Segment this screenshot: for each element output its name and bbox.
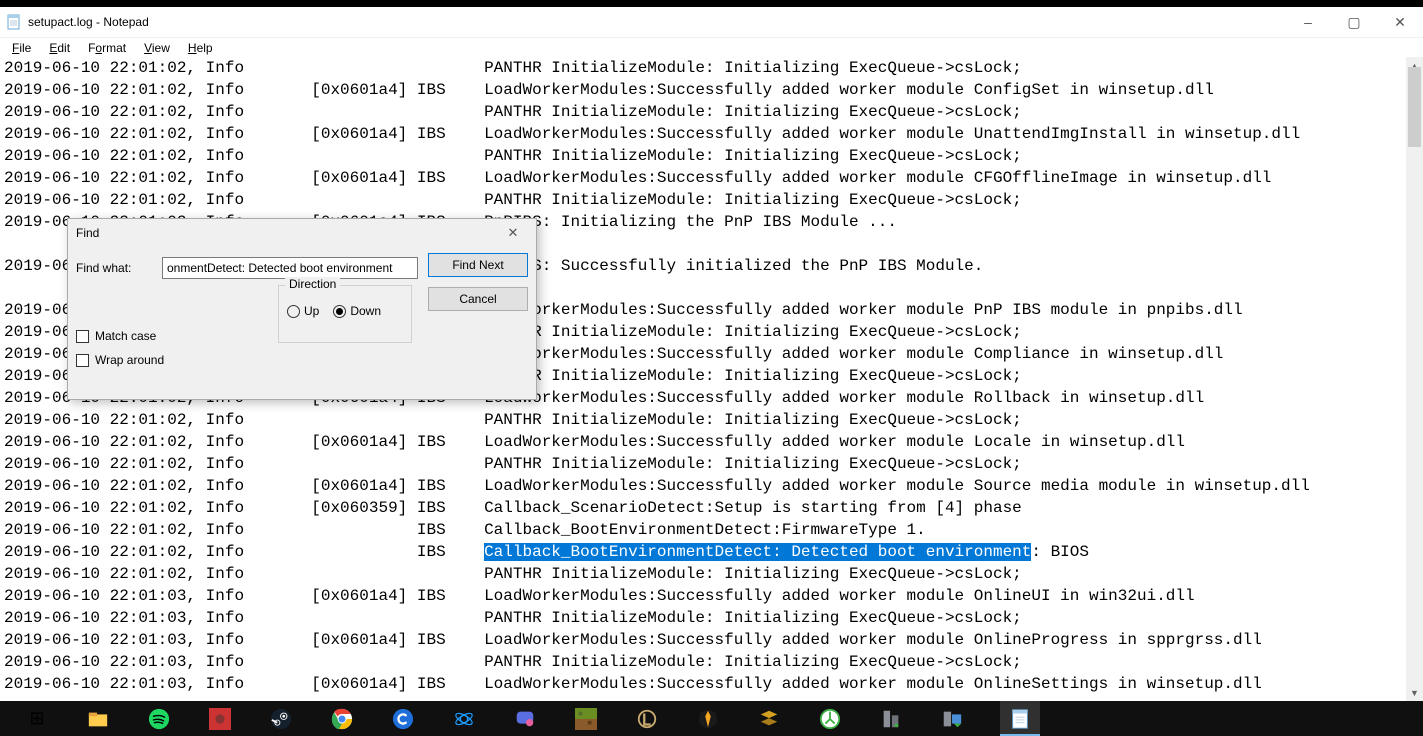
- server2-icon[interactable]: [939, 706, 965, 732]
- cancel-button[interactable]: Cancel: [428, 287, 528, 311]
- log-line: 2019-06-10 22:01:02, Info PANTHR Initial…: [4, 145, 1423, 167]
- maximize-button[interactable]: ▢: [1331, 7, 1377, 37]
- minimize-button[interactable]: –: [1285, 7, 1331, 37]
- log-line: 2019-06-10 22:01:03, Info [0x0601a4] IBS…: [4, 629, 1423, 651]
- log-line: 2019-06-10 22:01:02, Info PANTHR Initial…: [4, 453, 1423, 475]
- log-line: 2019-06-10 22:01:02, Info [0x0601a4] IBS…: [4, 79, 1423, 101]
- menubar: FileEditFormatViewHelp: [0, 37, 1423, 57]
- app-green-circle-icon[interactable]: [817, 706, 843, 732]
- notepad-app-icon: [6, 14, 22, 30]
- find-dialog-close-icon[interactable]: ✕: [498, 219, 528, 247]
- direction-legend: Direction: [285, 277, 340, 291]
- direction-up-label: Up: [304, 304, 319, 318]
- battlenet-icon[interactable]: [451, 706, 477, 732]
- log-line: 2019-06-10 22:01:02, Info IBS Callback_B…: [4, 541, 1423, 563]
- find-what-label: Find what:: [76, 261, 156, 275]
- log-line: 2019-06-10 22:01:03, Info PANTHR Initial…: [4, 607, 1423, 629]
- server-icon[interactable]: [878, 706, 904, 732]
- direction-down-label: Down: [350, 304, 381, 318]
- direction-down-radio[interactable]: Down: [333, 304, 381, 318]
- minecraft-icon[interactable]: [573, 706, 599, 732]
- app-orange-icon[interactable]: [695, 706, 721, 732]
- scroll-thumb[interactable]: [1408, 67, 1421, 147]
- wrap-around-label: Wrap around: [95, 353, 164, 367]
- scroll-down-icon[interactable]: ▼: [1406, 684, 1423, 701]
- log-line: 2019-06-10 22:01:02, Info PANTHR Initial…: [4, 101, 1423, 123]
- find-dialog-title: Find: [76, 226, 498, 240]
- selected-text: Callback_BootEnvironmentDetect: Detected…: [484, 543, 1031, 561]
- log-line: 2019-06-10 22:01:02, Info IBS Callback_B…: [4, 519, 1423, 541]
- log-line: 2019-06-10 22:01:02, Info [0x0601a4] IBS…: [4, 475, 1423, 497]
- chrome-icon[interactable]: [329, 706, 355, 732]
- log-line: 2019-06-10 22:01:02, Info PANTHR Initial…: [4, 409, 1423, 431]
- vertical-scrollbar[interactable]: ▲ ▼: [1406, 57, 1423, 701]
- app-blue-c-icon[interactable]: [390, 706, 416, 732]
- find-next-button[interactable]: Find Next: [428, 253, 528, 277]
- find-dialog[interactable]: Find ✕ Find what: Find Next Cancel Direc…: [67, 218, 537, 400]
- log-line: 2019-06-10 22:01:02, Info [0x060359] IBS…: [4, 497, 1423, 519]
- messenger-icon[interactable]: [512, 706, 538, 732]
- direction-group: Direction Up Down: [278, 285, 412, 343]
- menu-item-View[interactable]: View: [136, 39, 178, 57]
- log-line: 2019-06-10 22:01:02, Info [0x0601a4] IBS…: [4, 123, 1423, 145]
- menu-item-Help[interactable]: Help: [180, 39, 221, 57]
- app-stack-icon[interactable]: [756, 706, 782, 732]
- task-view-icon[interactable]: ⊞: [24, 706, 50, 732]
- wrap-around-checkbox[interactable]: Wrap around: [76, 353, 528, 367]
- league-icon[interactable]: [634, 706, 660, 732]
- titlebar[interactable]: setupact.log - Notepad – ▢ ✕: [0, 7, 1423, 37]
- close-button[interactable]: ✕: [1377, 7, 1423, 37]
- file-explorer-icon[interactable]: [85, 706, 111, 732]
- log-line: 2019-06-10 22:01:02, Info PANTHR Initial…: [4, 189, 1423, 211]
- menu-item-File[interactable]: File: [4, 39, 39, 57]
- match-case-label: Match case: [95, 329, 156, 343]
- log-line: 2019-06-10 22:01:02, Info PANTHR Initial…: [4, 57, 1423, 79]
- direction-up-radio[interactable]: Up: [287, 304, 319, 318]
- taskbar[interactable]: ⊞: [0, 701, 1423, 736]
- log-line: 2019-06-10 22:01:02, Info [0x0601a4] IBS…: [4, 431, 1423, 453]
- menu-item-Edit[interactable]: Edit: [41, 39, 78, 57]
- app-red-icon[interactable]: [207, 706, 233, 732]
- steam-icon[interactable]: [268, 706, 294, 732]
- log-line: 2019-06-10 22:01:03, Info [0x0601a4] IBS…: [4, 585, 1423, 607]
- log-line: 2019-06-10 22:01:03, Info PANTHR Initial…: [4, 651, 1423, 673]
- log-line: 2019-06-10 22:01:03, Info [0x0601a4] IBS…: [4, 673, 1423, 695]
- find-dialog-titlebar[interactable]: Find ✕: [68, 219, 536, 247]
- window-title: setupact.log - Notepad: [28, 15, 149, 29]
- menu-item-Format[interactable]: Format: [80, 39, 134, 57]
- notepad-icon[interactable]: [1000, 701, 1040, 736]
- find-what-input[interactable]: [162, 257, 418, 279]
- log-line: 2019-06-10 22:01:02, Info [0x0601a4] IBS…: [4, 167, 1423, 189]
- spotify-icon[interactable]: [146, 706, 172, 732]
- log-line: 2019-06-10 22:01:02, Info PANTHR Initial…: [4, 563, 1423, 585]
